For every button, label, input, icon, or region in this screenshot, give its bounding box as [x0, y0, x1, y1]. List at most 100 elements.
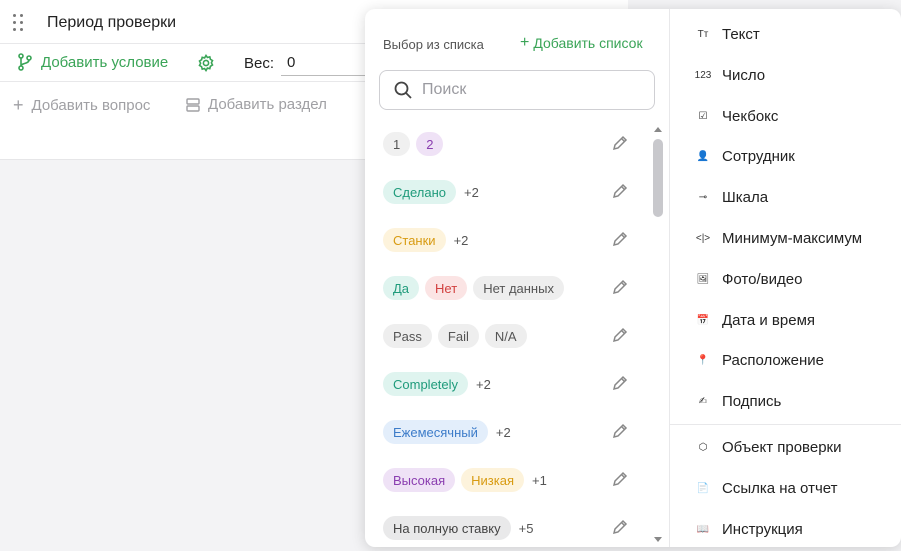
option-chip: N/A: [484, 324, 527, 348]
option-chip: На полную ставку: [383, 516, 511, 540]
option-chip: Сделано: [383, 180, 456, 204]
add-condition-button[interactable]: Добавить условие: [17, 53, 168, 71]
option-chip: Да: [383, 276, 420, 300]
type-label: Шкала: [722, 188, 769, 206]
type-item[interactable]: ✍ Подпись: [694, 389, 782, 413]
option-chip: Низкая: [461, 468, 524, 492]
more-count: +5: [518, 520, 534, 536]
gear-icon[interactable]: [197, 54, 215, 77]
pencil-icon[interactable]: [611, 134, 629, 157]
add-condition-label: Добавить условие: [41, 53, 169, 71]
section-icon: [186, 97, 200, 112]
pencil-icon[interactable]: [611, 326, 629, 349]
type-label: Ссылка на отчет: [722, 479, 838, 497]
option-chip: Completely: [383, 372, 469, 396]
pencil-icon[interactable]: [611, 374, 629, 397]
option-chip: 2: [416, 132, 444, 156]
option-chip: Нет данных: [473, 276, 564, 300]
list-item[interactable]: Completely +2: [383, 371, 633, 397]
cube-icon: ⬡: [698, 441, 708, 453]
list-container[interactable]: 1 2 Сделано +2 Станки +2 Да Нет Нет данных Pass Fa…: [365, 123, 651, 547]
list-item[interactable]: 12: [383, 131, 633, 157]
type-item[interactable]: <|> Минимум-максимум: [694, 226, 862, 250]
type-label: Инструкция: [722, 520, 803, 538]
list-item[interactable]: Сделано +2: [383, 179, 633, 205]
book-icon: 📖: [696, 523, 710, 535]
list-item[interactable]: Ежемесячный +2: [383, 419, 633, 445]
add-question-button[interactable]: + Добавить вопрос: [13, 96, 150, 114]
type-item[interactable]: 📖 Инструкция: [694, 517, 803, 541]
pencil-icon[interactable]: [611, 470, 629, 493]
search-input[interactable]: [422, 81, 622, 99]
add-list-button[interactable]: + Добавить список: [520, 34, 643, 52]
plus-icon: +: [520, 34, 530, 51]
location-icon: 📍: [696, 354, 710, 366]
question-title[interactable]: Период проверки: [47, 14, 176, 32]
pencil-icon[interactable]: [611, 278, 629, 301]
branch-icon: [18, 53, 32, 71]
list-selection-panel: Выбор из списка + Добавить список 12 Сдел…: [365, 9, 670, 547]
type-item[interactable]: ⊸ Шкала: [694, 185, 768, 209]
type-label: Чекбокс: [722, 107, 779, 125]
type-item[interactable]: 📍 Расположение: [694, 348, 824, 372]
pencil-icon[interactable]: [611, 422, 629, 445]
type-label: Подпись: [722, 392, 782, 410]
person-icon: 👤: [696, 150, 710, 162]
more-count: +2: [495, 424, 511, 440]
option-chip: Ежемесячный: [383, 420, 488, 444]
file-icon: 📄: [696, 482, 710, 494]
type-item[interactable]: Tт Текст: [694, 22, 760, 46]
scroll-down-icon[interactable]: [654, 537, 662, 542]
search-icon: [394, 81, 412, 99]
type-item[interactable]: 🖼 Фото/видео: [694, 267, 803, 291]
type-item[interactable]: 📄 Ссылка на отчет: [694, 476, 838, 500]
more-count: +2: [464, 184, 479, 200]
add-question-label: Добавить вопрос: [31, 96, 151, 114]
pencil-icon[interactable]: [611, 518, 629, 541]
type-item[interactable]: 📅 Дата и время: [694, 308, 815, 332]
scrollbar-thumb[interactable]: [653, 139, 663, 217]
type-item[interactable]: ⬡ Объект проверки: [694, 435, 842, 459]
drag-handle-icon[interactable]: [13, 14, 25, 32]
list-item[interactable]: Pass Fail N/A: [383, 323, 633, 349]
option-chip: Fail: [437, 324, 479, 348]
option-chip: Высокая: [383, 468, 456, 492]
more-count: +2: [476, 376, 491, 392]
add-section-label: Добавить раздел: [208, 96, 327, 113]
option-chip: Нет: [425, 276, 468, 300]
image-icon: 🖼: [696, 273, 710, 285]
type-label: Дата и время: [722, 311, 816, 329]
option-chip: Pass: [383, 324, 432, 348]
type-label: Расположение: [722, 351, 824, 369]
scrollbar[interactable]: [651, 123, 665, 547]
type-item[interactable]: ☑ Чекбокс: [694, 104, 779, 128]
type-item[interactable]: 👤 Сотрудник: [694, 144, 795, 168]
scale-icon: ⊸: [698, 191, 708, 203]
type-label: Объект проверки: [722, 438, 842, 456]
add-section-button[interactable]: Добавить раздел: [186, 96, 327, 113]
add-list-label: Добавить список: [533, 35, 643, 51]
pencil-icon[interactable]: [611, 230, 629, 253]
list-item[interactable]: На полную ставку +5: [383, 515, 633, 541]
calendar-icon: 📅: [696, 314, 710, 326]
type-label: Число: [722, 66, 766, 84]
list-header: Выбор из списка: [383, 37, 484, 52]
list-item[interactable]: Да Нет Нет данных: [383, 275, 633, 301]
more-count: +2: [453, 232, 469, 248]
answer-type-popup: Выбор из списка + Добавить список 12 Сдел…: [365, 9, 901, 547]
more-count: +1: [532, 472, 547, 488]
scroll-up-icon[interactable]: [654, 127, 662, 132]
option-chip: 1: [383, 132, 411, 156]
option-chip: Станки: [383, 228, 446, 252]
weight-input[interactable]: [281, 50, 365, 76]
types-divider: [670, 424, 901, 425]
weight-label: Вес:: [244, 55, 275, 72]
type-label: Фото/видео: [722, 270, 803, 288]
list-item[interactable]: Станки +2: [383, 227, 633, 253]
type-label: Текст: [722, 25, 760, 43]
type-item[interactable]: 123 Число: [694, 63, 765, 87]
signature-icon: ✍: [698, 395, 708, 407]
answer-types-panel: Tт Текст 123 Число ☑ Чекбокс 👤 Сотрудник ⊸ Шкала <…: [670, 9, 901, 547]
pencil-icon[interactable]: [611, 182, 629, 205]
list-item[interactable]: Высокая Низкая +1: [383, 467, 633, 493]
